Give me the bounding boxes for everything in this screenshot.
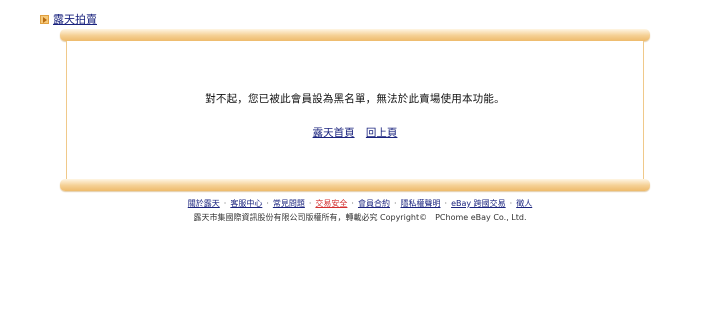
footer-link-member-agreement[interactable]: 會員合約 (358, 199, 390, 208)
footer-separator: · (266, 199, 269, 208)
panel-bottom-border (60, 179, 650, 191)
page: 露天拍賣 對不起，您已被此會員設為黑名單，無法於此賣場使用本功能。 露天首頁 回… (0, 0, 720, 324)
blacklist-message: 對不起，您已被此會員設為黑名單，無法於此賣場使用本功能。 (205, 93, 505, 105)
footer-link-trade-safety[interactable]: 交易安全 (315, 199, 347, 208)
footer-separator: · (308, 199, 312, 208)
home-page-link[interactable]: 露天首頁 (313, 127, 355, 139)
breadcrumb: 露天拍賣 (40, 11, 97, 27)
footer-separator: · (509, 199, 513, 208)
panel-links: 露天首頁 回上頁 (67, 125, 643, 140)
back-link[interactable]: 回上頁 (366, 127, 398, 139)
footer-link-privacy[interactable]: 隱私權聲明 (401, 199, 441, 208)
site-home-link[interactable]: 露天拍賣 (53, 11, 97, 27)
copyright-text: 露天市集國際資訊股份有限公司版權所有，轉載必究 Copyright© PChom… (193, 213, 527, 222)
footer-separator: · (393, 199, 397, 208)
footer-link-service-center[interactable]: 客服中心 (230, 199, 262, 208)
panel-top-border (60, 29, 650, 41)
footer-separator: · (223, 199, 227, 208)
footer-nav: 關於露天 · 客服中心 · 常見問題 · 交易安全 · 會員合約 · 隱私權聲明 · eBay 跨國交易… (0, 198, 720, 209)
footer-separator: · (444, 199, 448, 208)
footer-link-about[interactable]: 關於露天 (188, 199, 220, 208)
footer-link-ebay-trade[interactable]: eBay 跨國交易 (451, 199, 506, 208)
footer-separator: · (351, 199, 354, 208)
footer-link-jobs[interactable]: 徵人 (516, 199, 532, 208)
arrow-bullet-icon (40, 14, 49, 24)
footer-link-faq[interactable]: 常見問題 (273, 199, 305, 208)
message-panel: 對不起，您已被此會員設為黑名單，無法於此賣場使用本功能。 露天首頁 回上頁 (66, 41, 644, 179)
